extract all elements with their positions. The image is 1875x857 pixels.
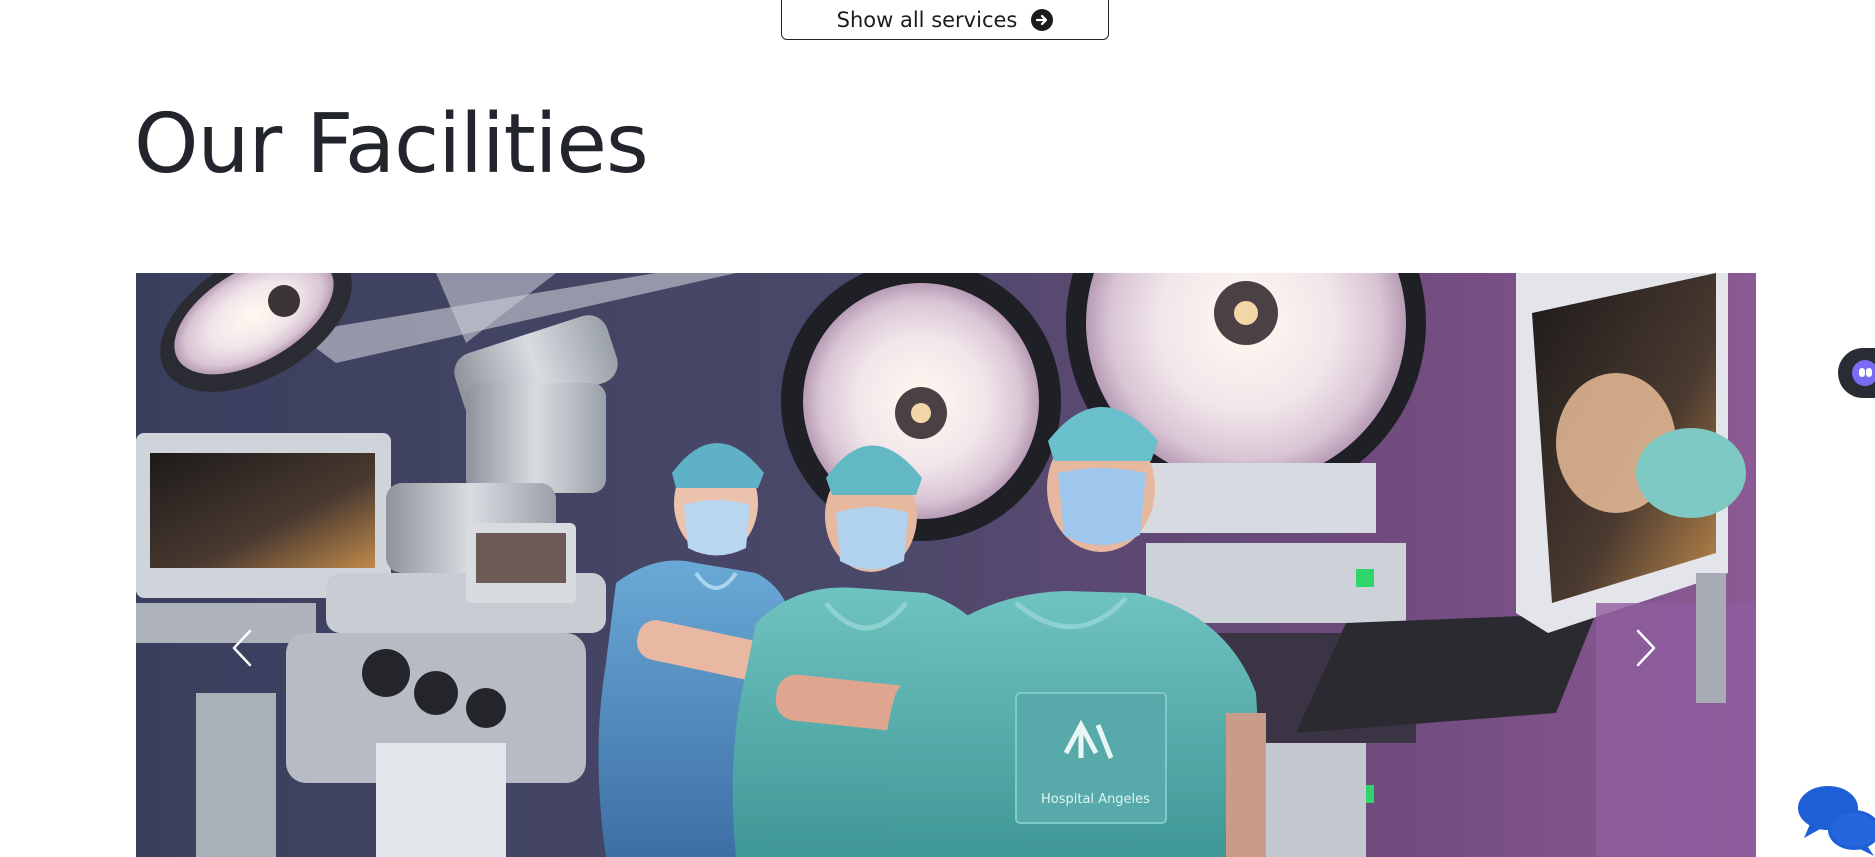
facilities-title: Our Facilities xyxy=(134,97,649,192)
show-all-services-label: Show all services xyxy=(836,8,1018,32)
assistant-face-icon xyxy=(1852,360,1875,386)
chat-bubbles-icon xyxy=(1798,786,1875,856)
scrub-pocket-text: Hospital Angeles xyxy=(1041,792,1150,807)
chat-button[interactable] xyxy=(1796,780,1875,857)
assistant-eye-left xyxy=(1859,368,1865,377)
chevron-right-icon xyxy=(1636,629,1656,667)
chevron-left-icon xyxy=(232,629,252,667)
arrow-right-circle-icon xyxy=(1031,9,1054,31)
assistant-eye-right xyxy=(1866,368,1872,377)
operating-room-surgeons-photo: Hospital Angeles xyxy=(136,273,1756,857)
assistant-widget-button[interactable] xyxy=(1838,348,1875,398)
carousel-prev-button[interactable] xyxy=(222,620,262,676)
show-all-services-button[interactable]: Show all services xyxy=(781,0,1109,40)
page: Show all services Our Facilities Hospita… xyxy=(0,0,1875,857)
carousel-next-button[interactable] xyxy=(1626,620,1666,676)
facilities-carousel: Hospital Angeles xyxy=(136,273,1756,857)
